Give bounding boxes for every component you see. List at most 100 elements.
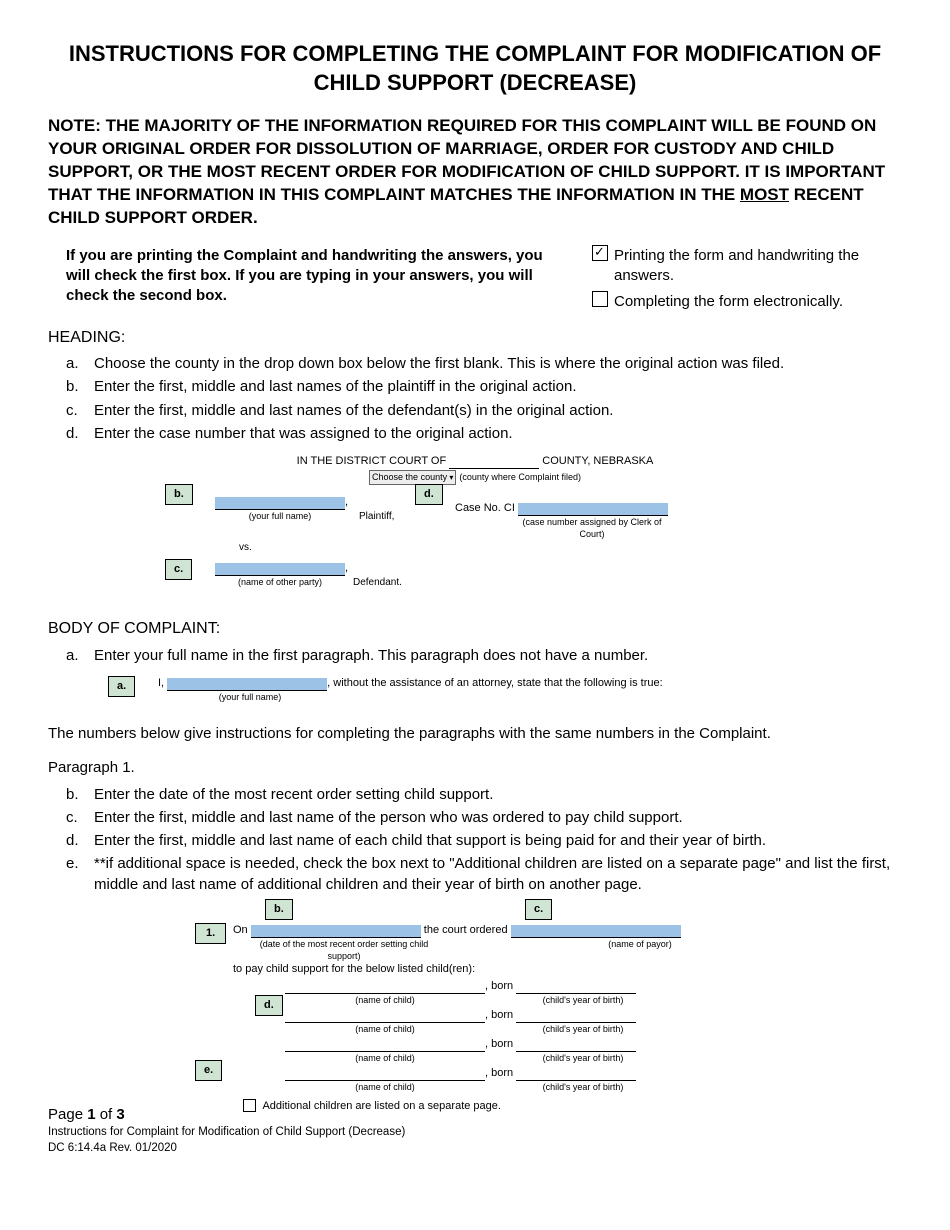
body-item-a: a.Enter your full name in the first para… xyxy=(94,646,902,666)
checkbox-row-1: Printing the form and handwriting the an… xyxy=(592,246,902,287)
child-row-1: , born (name of child)(child's year of b… xyxy=(285,979,735,1006)
child-row-2: , born (name of child) (child's year of b… xyxy=(285,1008,735,1035)
callout-1: 1. xyxy=(195,923,226,944)
checkbox-electronic[interactable] xyxy=(592,291,608,307)
paragraph-1-label: Paragraph 1. xyxy=(48,758,902,778)
case-no-blank[interactable] xyxy=(518,503,668,516)
child4-name-caption: (name of child) xyxy=(285,1081,485,1093)
court-caption-example: b. c. d. IN THE DISTRICT COURT OF COUNTY… xyxy=(215,454,735,604)
checkbox-electronic-label: Completing the form electronically. xyxy=(614,292,902,312)
court-header-suffix: COUNTY, NEBRASKA xyxy=(539,455,653,467)
child4-year-blank[interactable] xyxy=(516,1069,636,1081)
para1-item-d: d.Enter the first, middle and last name … xyxy=(94,831,902,851)
para1-list: b.Enter the date of the most recent orde… xyxy=(48,785,902,895)
printing-row: If you are printing the Complaint and ha… xyxy=(48,246,902,313)
child4-name-blank[interactable] xyxy=(285,1069,485,1081)
page-num: 1 xyxy=(87,1106,95,1123)
p1-born-2: , born xyxy=(485,1009,516,1021)
para1-form-example: 1. b. c. d. e. On the court ordered (dat… xyxy=(215,905,735,1085)
intro-paragraph-example: a. I, , without the assistance of an att… xyxy=(158,676,718,710)
para1-item-b: b.Enter the date of the most recent orde… xyxy=(94,785,902,805)
note-underline: MOST xyxy=(740,185,789,204)
defendant-name-caption: (name of other party) xyxy=(215,576,345,590)
p1-date-caption: (date of the most recent order setting c… xyxy=(249,938,439,962)
heading-label: HEADING: xyxy=(48,327,902,349)
body-item-a-text: Enter your full name in the first paragr… xyxy=(94,647,648,664)
footer-line2: Instructions for Complaint for Modificat… xyxy=(48,1125,902,1141)
child1-year-caption: (child's year of birth) xyxy=(523,994,643,1006)
page-total: 3 xyxy=(116,1106,124,1123)
para1-item-b-text: Enter the date of the most recent order … xyxy=(94,786,493,803)
footer-line3: DC 6:14.4a Rev. 01/2020 xyxy=(48,1141,902,1157)
additional-children-label: Additional children are listed on a sepa… xyxy=(262,1100,501,1112)
checkbox-printing-label: Printing the form and handwriting the an… xyxy=(614,246,902,287)
body-list-a: a.Enter your full name in the first para… xyxy=(48,646,902,666)
plaintiff-name-blank[interactable] xyxy=(215,497,345,510)
callout-d: d. xyxy=(415,484,443,505)
para1-item-c: c.Enter the first, middle and last name … xyxy=(94,808,902,828)
callout-c: c. xyxy=(165,559,192,580)
child4-year-caption: (child's year of birth) xyxy=(523,1081,643,1093)
p1-born-1: , born xyxy=(485,980,516,992)
plaintiff-name-caption: (your full name) xyxy=(215,510,345,524)
defendant-label: Defendant. xyxy=(353,576,402,590)
intro-name-caption: (your full name) xyxy=(170,691,330,703)
checkbox-printing[interactable] xyxy=(592,245,608,261)
intro-name-blank[interactable] xyxy=(167,678,327,691)
heading-item-a-text: Choose the county in the drop down box b… xyxy=(94,355,784,372)
child-row-3: , born (name of child)(child's year of b… xyxy=(285,1037,735,1064)
plaintiff-label: Plaintiff, xyxy=(359,510,394,524)
para1-item-c-text: Enter the first, middle and last name of… xyxy=(94,809,683,826)
para1-item-d-text: Enter the first, middle and last name of… xyxy=(94,832,766,849)
county-caption: (county where Complaint filed) xyxy=(459,472,581,482)
child1-name-blank[interactable] xyxy=(285,982,485,994)
child2-name-blank[interactable] xyxy=(285,1011,485,1023)
printing-instruction: If you are printing the Complaint and ha… xyxy=(48,246,568,307)
p1-payor-caption: (name of payor) xyxy=(555,938,725,962)
heading-list: a.Choose the county in the drop down box… xyxy=(48,354,902,444)
child3-year-blank[interactable] xyxy=(516,1040,636,1052)
county-dropdown[interactable]: Choose the county xyxy=(369,470,456,485)
para1-item-e: e.**if additional space is needed, check… xyxy=(94,854,902,895)
body-label: BODY OF COMPLAINT: xyxy=(48,618,902,640)
numbers-below: The numbers below give instructions for … xyxy=(48,724,902,744)
defendant-name-blank[interactable] xyxy=(215,563,345,576)
heading-item-d-text: Enter the case number that was assigned … xyxy=(94,425,513,442)
page-title: INSTRUCTIONS FOR COMPLETING THE COMPLAIN… xyxy=(48,40,902,97)
additional-children-checkbox[interactable] xyxy=(243,1099,256,1112)
page-of: of xyxy=(96,1106,117,1123)
heading-item-d: d.Enter the case number that was assigne… xyxy=(94,424,902,444)
callout-b: b. xyxy=(165,484,193,505)
child-row-4: , born (name of child) (child's year of b… xyxy=(285,1066,735,1093)
child1-year-blank[interactable] xyxy=(516,982,636,994)
child3-name-caption: (name of child) xyxy=(285,1052,485,1064)
child3-name-blank[interactable] xyxy=(285,1040,485,1052)
note-block: NOTE: THE MAJORITY OF THE INFORMATION RE… xyxy=(48,115,902,230)
heading-item-a: a.Choose the county in the drop down box… xyxy=(94,354,902,374)
case-no-caption: (case number assigned by Clerk of Court) xyxy=(517,516,667,540)
p1-born-3: , born xyxy=(485,1038,516,1050)
para1-item-e-text: **if additional space is needed, check t… xyxy=(94,855,890,892)
p1-born-4: , born xyxy=(485,1067,516,1079)
callout-e2: e. xyxy=(195,1060,222,1081)
page-prefix: Page xyxy=(48,1106,87,1123)
callout-d2: d. xyxy=(255,995,283,1016)
p1-payor-blank[interactable] xyxy=(511,925,681,938)
court-header-prefix: IN THE DISTRICT COURT OF xyxy=(297,455,450,467)
child2-name-caption: (name of child) xyxy=(285,1023,485,1035)
heading-item-c-text: Enter the first, middle and last names o… xyxy=(94,402,613,419)
county-blank[interactable] xyxy=(449,457,539,469)
child2-year-blank[interactable] xyxy=(516,1011,636,1023)
child2-year-caption: (child's year of birth) xyxy=(523,1023,643,1035)
callout-b2: b. xyxy=(265,899,293,920)
p1-court-ordered: the court ordered xyxy=(421,924,511,936)
vs-label: vs. xyxy=(239,541,405,555)
callout-c2: c. xyxy=(525,899,552,920)
p1-on: On xyxy=(233,924,251,936)
intro-mid: , without the assistance of an attorney,… xyxy=(327,677,662,689)
p1-date-blank[interactable] xyxy=(251,925,421,938)
case-no-label: Case No. CI xyxy=(455,502,515,514)
p1-pay-line: to pay child support for the below liste… xyxy=(233,962,735,977)
heading-item-b: b.Enter the first, middle and last names… xyxy=(94,377,902,397)
checkbox-row-2: Completing the form electronically. xyxy=(592,292,902,312)
